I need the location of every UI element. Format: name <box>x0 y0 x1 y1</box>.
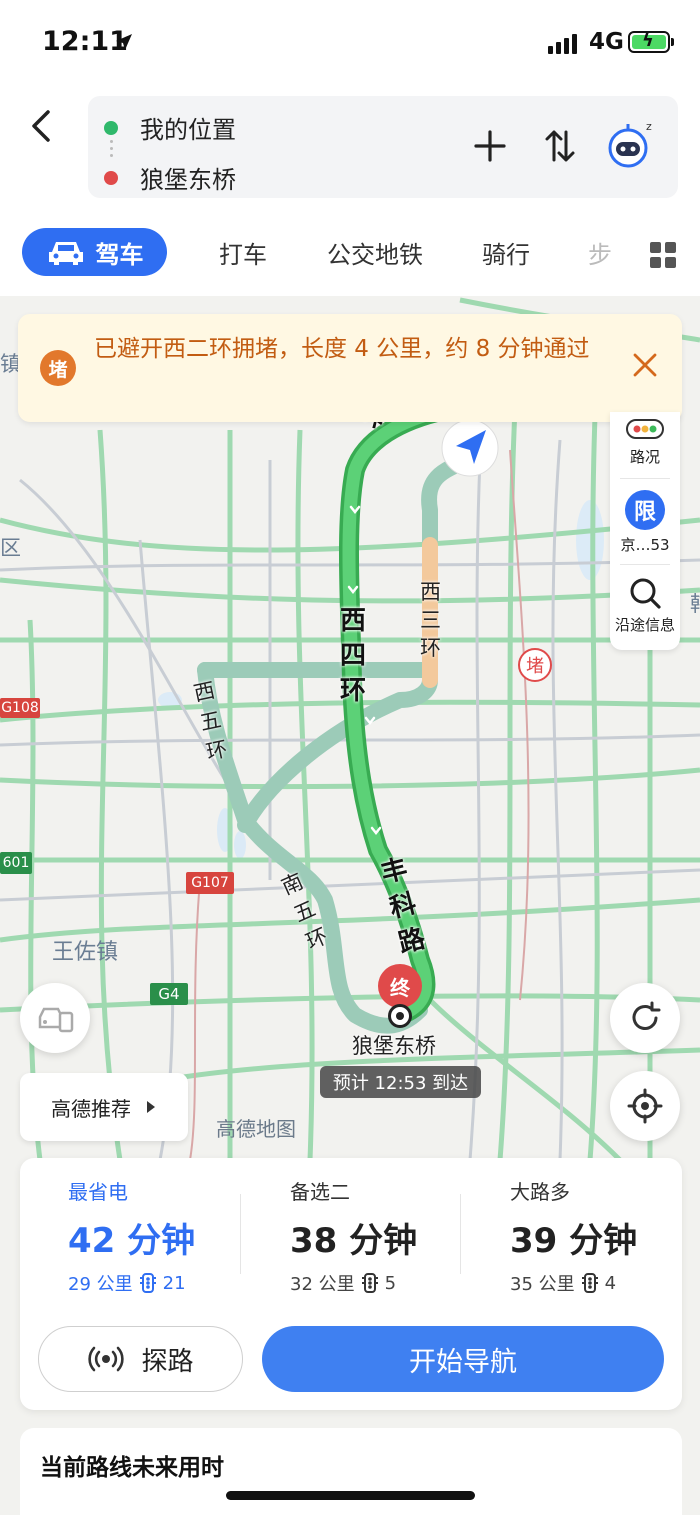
route-option-lights: 5 <box>384 1272 397 1294</box>
route-input-box: 我的位置 狼堡东桥 z <box>88 96 678 198</box>
destination-name: 狼堡东桥 <box>352 1034 436 1058</box>
map-watermark: 高德地图 <box>216 1117 296 1141</box>
destination-field[interactable]: 狼堡东桥 <box>104 160 236 195</box>
route-option-meta: 29 公里 21 <box>68 1270 268 1296</box>
location-arrow-icon <box>116 34 132 50</box>
tab-taxi[interactable]: 打车 <box>203 228 283 276</box>
traffic-light-icon <box>581 1273 598 1293</box>
along-route-info-label: 沿途信息 <box>614 616 675 634</box>
tab-walking[interactable]: 步 <box>580 228 620 276</box>
destination-marker-label: 终 <box>390 975 410 1000</box>
traffic-toggle[interactable]: 路况 <box>610 418 680 467</box>
search-icon <box>630 578 661 609</box>
start-navigation-button[interactable]: 开始导航 <box>262 1326 664 1392</box>
status-bar: 12:11 4G ϟ <box>0 0 700 88</box>
route-option-distance: 32 公里 <box>290 1274 355 1295</box>
future-duration-card: 当前路线未来用时 <box>20 1428 682 1515</box>
traffic-label: 路况 <box>629 448 660 466</box>
route-options-card: 最省电 42 分钟 29 公里 21 备选二 38 分钟 32 公里 5 大路多… <box>20 1158 682 1410</box>
congestion-badge: 堵 <box>40 350 76 386</box>
add-waypoint-icon[interactable] <box>472 128 508 164</box>
highway-tag-g4: G4 <box>150 983 188 1005</box>
chevron-left-icon <box>32 110 50 142</box>
traffic-light-icon <box>626 419 664 439</box>
route-option-tag: 最省电 <box>68 1180 128 1204</box>
car-settings-button[interactable] <box>20 983 90 1053</box>
origin-label: 我的位置 <box>140 116 236 144</box>
destination-dot-icon <box>104 170 118 185</box>
route-connector <box>110 140 113 157</box>
route-option-duration: 42 分钟 <box>68 1221 196 1261</box>
car-icon <box>48 242 83 265</box>
route-option-3[interactable]: 大路多 39 分钟 35 公里 4 <box>510 1176 700 1296</box>
plate-limit-button[interactable]: 限 京…53 <box>610 490 680 555</box>
more-modes-grid-icon[interactable] <box>650 242 676 268</box>
locate-icon <box>627 1088 663 1124</box>
svg-text:z: z <box>646 120 652 133</box>
probe-route-button[interactable]: 探路 <box>38 1326 243 1392</box>
origin-field[interactable]: 我的位置 <box>104 110 236 145</box>
assistant-robot-icon[interactable]: z <box>604 118 658 172</box>
locate-me-button[interactable] <box>610 1071 680 1141</box>
swap-icon[interactable] <box>542 128 578 164</box>
congestion-message: 已避开西二环拥堵，长度 4 公里，约 8 分钟通过 <box>94 336 590 362</box>
route-option-distance: 35 公里 <box>510 1274 575 1295</box>
route-option-tag: 大路多 <box>510 1180 570 1204</box>
route-option-lights: 21 <box>162 1272 186 1294</box>
refresh-icon <box>632 1001 661 1030</box>
car-phone-icon <box>38 1007 74 1033</box>
highway-tag-g107: G107 <box>186 872 234 894</box>
close-icon[interactable] <box>632 352 658 378</box>
road-label-west4: 西四环 <box>340 606 367 706</box>
route-option-distance: 29 公里 <box>68 1274 133 1295</box>
highway-tag-601: 601 <box>0 852 32 874</box>
caret-right-icon <box>147 1101 155 1113</box>
road-label-west3: 西三环 <box>420 580 441 660</box>
highway-tag-g108: G108 <box>0 698 40 718</box>
place-label-qu: 区 <box>0 536 21 560</box>
route-option-duration: 39 分钟 <box>510 1221 638 1261</box>
battery-icon: ϟ <box>628 30 674 53</box>
along-route-info-button[interactable]: 沿途信息 <box>610 576 680 635</box>
tab-drive-label: 驾车 <box>95 240 144 269</box>
network-type: 4G <box>589 29 624 55</box>
back-button[interactable] <box>22 104 62 148</box>
future-duration-title: 当前路线未来用时 <box>40 1455 224 1481</box>
amap-recommend-button[interactable]: 高德推荐 <box>20 1073 188 1141</box>
destination-marker: 终 <box>378 964 422 1008</box>
amap-recommend-label: 高德推荐 <box>51 1096 131 1121</box>
map-side-panel: 路况 限 京…53 沿途信息 <box>610 412 680 650</box>
plate-limit-text: 京…53 <box>620 536 670 554</box>
place-label-han: 韩 <box>690 588 700 618</box>
route-option-lights: 4 <box>604 1272 617 1294</box>
route-header: 我的位置 狼堡东桥 z <box>0 88 700 208</box>
traffic-light-icon <box>139 1273 156 1293</box>
eta-label: 预计 12:53 到达 <box>320 1066 481 1098</box>
broadcast-icon <box>88 1346 125 1372</box>
route-option-1[interactable]: 最省电 42 分钟 29 公里 21 <box>68 1176 268 1296</box>
signal-icon <box>548 34 577 54</box>
congestion-marker-label: 堵 <box>526 656 544 677</box>
tab-cycling[interactable]: 骑行 <box>470 228 542 276</box>
tab-transit[interactable]: 公交地铁 <box>310 228 440 276</box>
congestion-marker[interactable]: 堵 <box>518 648 552 682</box>
travel-mode-tabs: 驾车 打车 公交地铁 骑行 步 <box>0 208 700 296</box>
destination-label: 狼堡东桥 <box>140 166 236 194</box>
current-location-icon <box>441 419 499 477</box>
destination-pin-icon <box>388 1004 412 1028</box>
tab-drive[interactable]: 驾车 <box>22 228 167 276</box>
congestion-banner: 堵 已避开西二环拥堵，长度 4 公里，约 8 分钟通过 <box>18 314 682 422</box>
refresh-button[interactable] <box>610 983 680 1053</box>
plate-limit-badge: 限 <box>625 490 665 530</box>
route-option-meta: 35 公里 4 <box>510 1270 700 1296</box>
home-indicator <box>226 1491 475 1500</box>
probe-route-label: 探路 <box>141 1346 194 1377</box>
place-label-wangzuo: 王佐镇 <box>52 940 119 965</box>
origin-dot-icon <box>104 120 118 135</box>
traffic-light-icon <box>361 1273 378 1293</box>
